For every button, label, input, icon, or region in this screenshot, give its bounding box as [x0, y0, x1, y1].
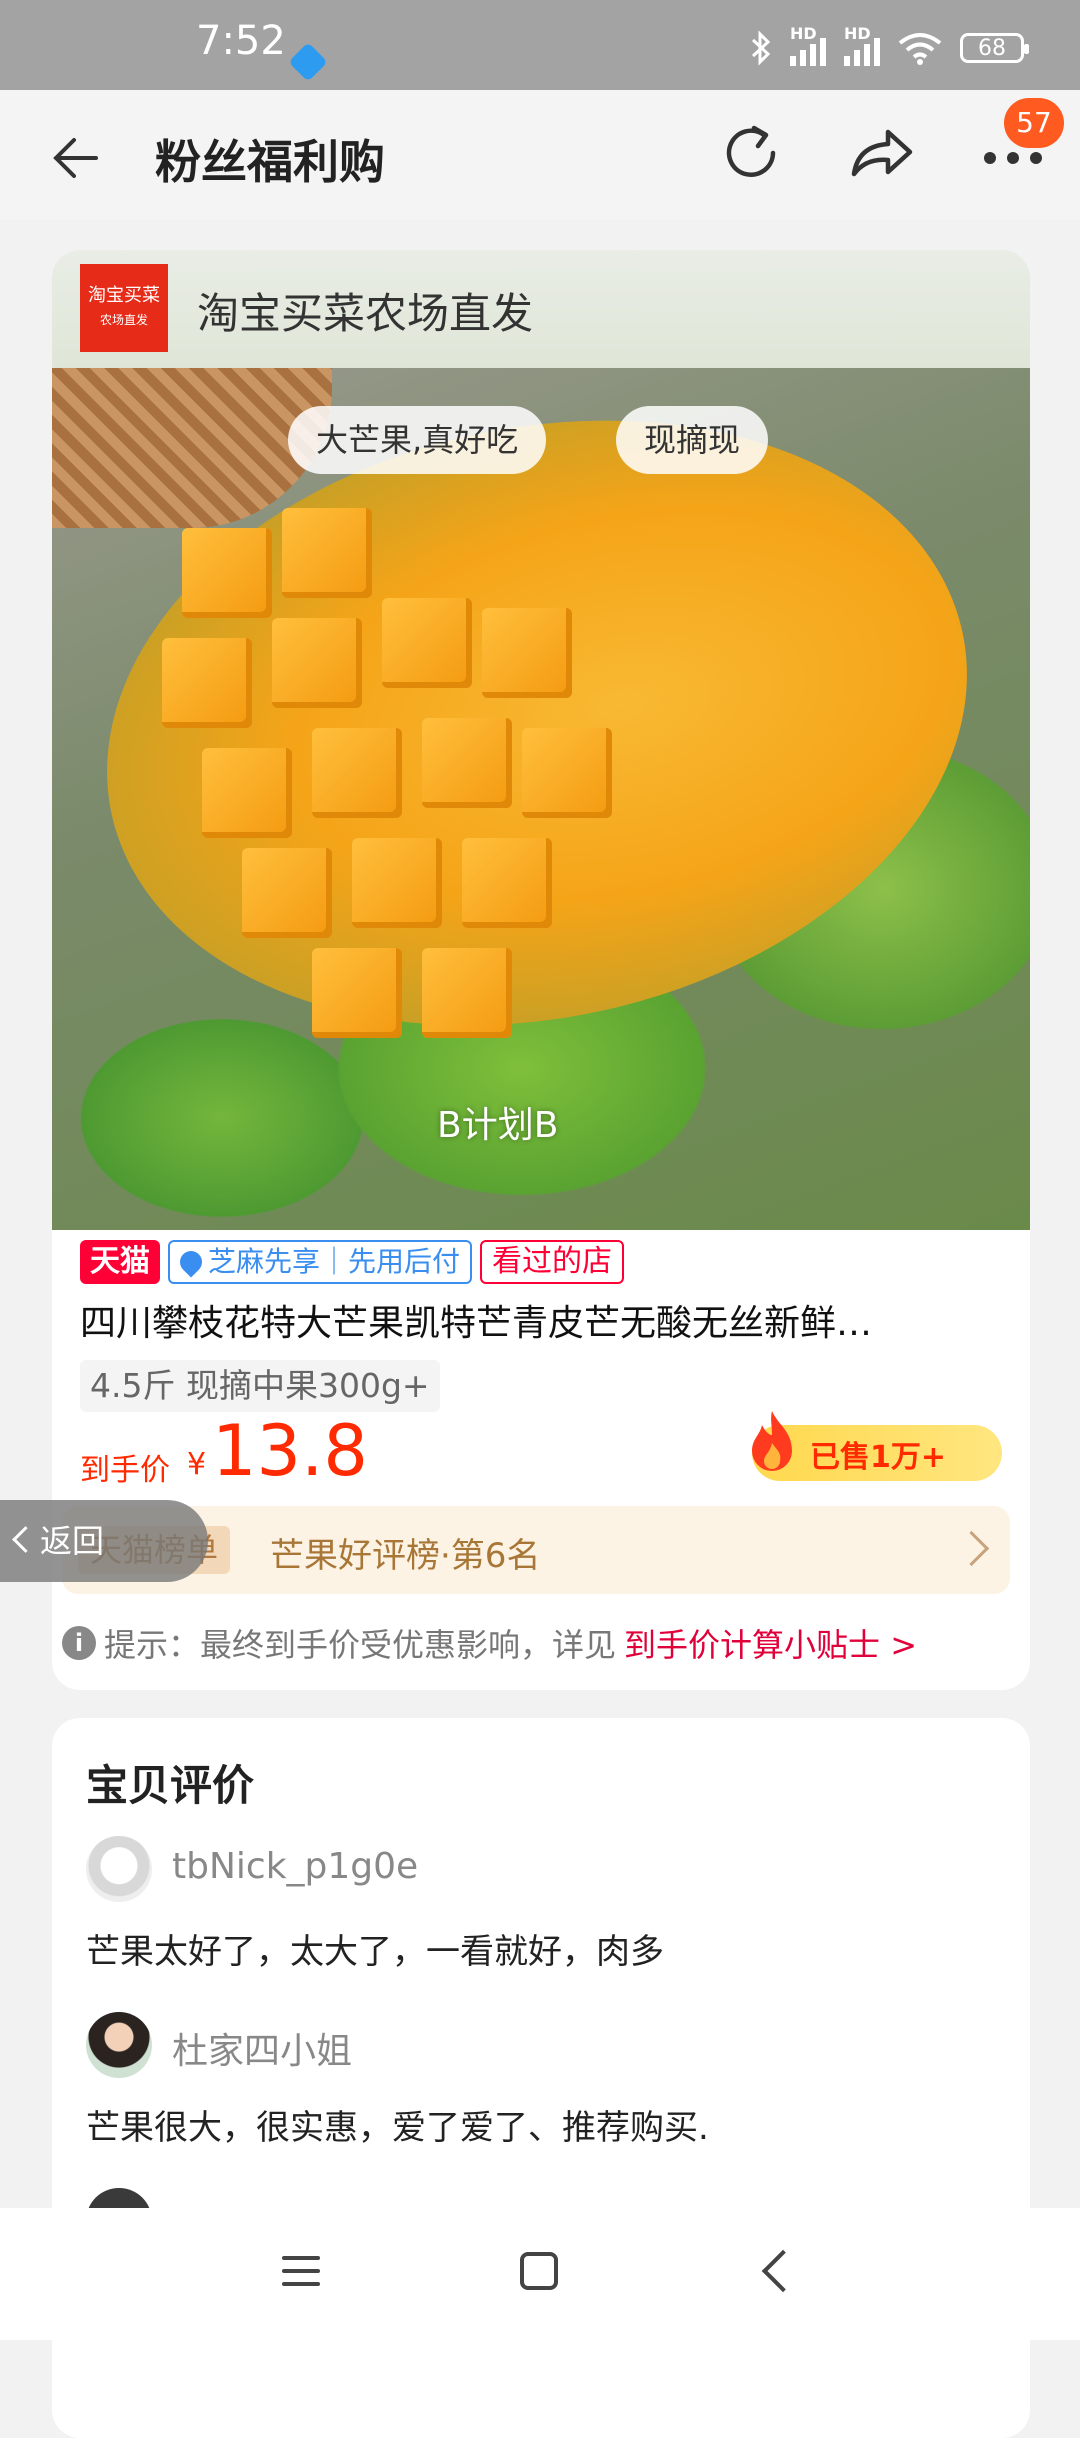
info-icon: i: [62, 1626, 96, 1660]
store-logo: 淘宝买菜 农场直发: [80, 264, 168, 352]
wifi-icon: [898, 33, 942, 65]
zhima-badge-text: 芝麻先享｜先用后付: [208, 1245, 461, 1278]
status-bar: 7:52 HD HD 68: [0, 0, 1080, 90]
product-title[interactable]: 四川攀枝花特大芒果凯特芒青皮芒无酸无丝新鲜…: [80, 1294, 1010, 1346]
zhima-badge: 芝麻先享｜先用后付: [168, 1240, 473, 1284]
reviewer-name: tbNick_p1g0e: [172, 1846, 419, 1887]
review-section-title[interactable]: 宝贝评价: [86, 1752, 254, 1813]
visited-store-badge[interactable]: 看过的店: [480, 1240, 625, 1284]
signal-icon: HD: [790, 24, 826, 66]
app-notification-icon: [288, 42, 328, 82]
sold-count: 已售1万+: [810, 1440, 947, 1475]
review-text: 芒果很大，很实惠，爱了爱了、推荐购买.: [86, 2108, 709, 2148]
mango-cubes: [122, 468, 642, 1108]
store-logo-text: 淘宝买菜: [88, 285, 160, 306]
store-name: 淘宝买菜农场直发: [197, 289, 534, 338]
product-card: 淘宝买菜 农场直发 淘宝买菜农场直发 大芒果,真好吃 现摘现 B计划B 天猫 芝…: [52, 250, 1030, 1690]
price-tip-link[interactable]: 到手价计算小贴士 >: [624, 1620, 917, 1666]
tmall-badge: 天猫: [80, 1240, 160, 1284]
back-icon[interactable]: [761, 2249, 805, 2293]
refresh-icon[interactable]: [718, 120, 784, 186]
chevron-right-icon: [953, 1530, 990, 1567]
battery-icon: 68: [960, 33, 1029, 63]
status-time: 7:52: [196, 18, 286, 64]
store-header[interactable]: 淘宝买菜 农场直发 淘宝买菜农场直发: [52, 250, 1030, 368]
status-icons: HD HD 68: [750, 24, 1029, 66]
badge-row: 天猫 芝麻先享｜先用后付 看过的店: [80, 1240, 625, 1284]
hero-caption: B计划B: [437, 1105, 559, 1146]
spec-chip[interactable]: 4.5斤 现摘中果300g+: [80, 1360, 440, 1412]
page-title: 粉丝福利购: [155, 135, 385, 189]
reviewer-name: 杜家四小姐: [172, 2031, 353, 2072]
product-image[interactable]: 大芒果,真好吃 现摘现 B计划B: [52, 368, 1030, 1230]
top-navbar: 粉丝福利购 57: [0, 90, 1080, 220]
drop-icon: [175, 1246, 207, 1278]
signal-icon-2: HD: [844, 24, 880, 66]
tip-text: 提示：最终到手价受优惠影响，详见: [104, 1626, 617, 1664]
more-dots-icon[interactable]: [982, 150, 1044, 166]
store-logo-subtext: 农场直发: [99, 313, 148, 327]
arrow-left-icon[interactable]: [46, 128, 106, 188]
message-count-badge: 57: [1004, 98, 1064, 148]
hero-tag: 大芒果,真好吃: [288, 406, 547, 474]
price-label: 到手价: [80, 1453, 170, 1488]
price-tip: i 提示：最终到手价受优惠影响，详见 到手价计算小贴士 >: [62, 1620, 917, 1666]
home-icon[interactable]: [520, 2252, 558, 2290]
avatar: [86, 2012, 152, 2078]
return-button[interactable]: 返回: [0, 1500, 208, 1582]
fire-icon: [752, 1411, 792, 1471]
hero-tag: 现摘现: [616, 406, 769, 474]
ranking-text: 芒果好评榜·第6名: [270, 1536, 541, 1576]
share-icon[interactable]: [848, 124, 916, 184]
menu-icon[interactable]: [282, 2256, 320, 2286]
system-navigation-bar: [0, 2208, 1080, 2340]
avatar: [86, 1836, 152, 1902]
review-text: 芒果太好了，太大了，一看就好，肉多: [86, 1932, 664, 1972]
price-value: 13.8: [212, 1410, 368, 1492]
price-currency: ¥: [187, 1447, 207, 1482]
bluetooth-icon: [751, 30, 771, 66]
